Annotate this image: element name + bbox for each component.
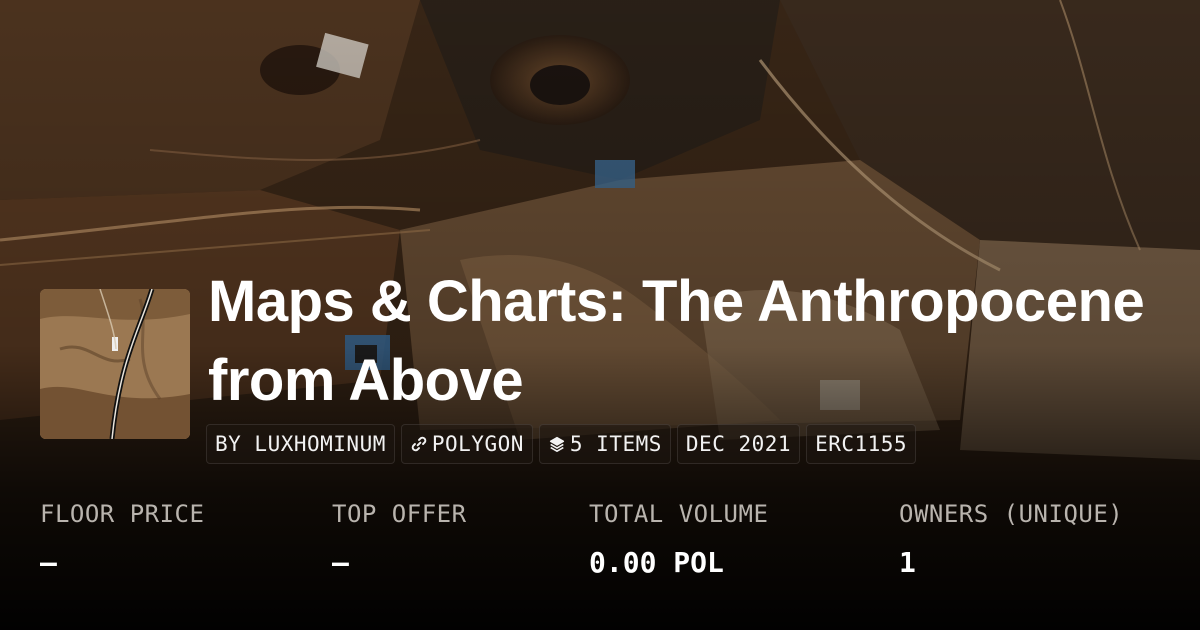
- floor-price-stat: FLOOR PRICE —: [40, 500, 204, 579]
- collection-title: Maps & Charts: The Anthropocene from Abo…: [208, 262, 1200, 420]
- creator-chip[interactable]: BY LUXHOMINUM: [206, 424, 395, 464]
- standard-chip-label: ERC1155: [815, 432, 908, 456]
- owners-stat: OWNERS (UNIQUE) 1: [899, 500, 1123, 579]
- owners-label: OWNERS (UNIQUE): [899, 500, 1124, 528]
- collection-info-chips: BY LUXHOMINUM POLYGON 5 ITEMS DEC 2021 E…: [206, 424, 917, 464]
- items-chip-label: 5 ITEMS: [569, 432, 662, 456]
- top-offer-value: —: [332, 546, 349, 579]
- top-offer-stat: TOP OFFER —: [332, 500, 467, 579]
- collection-stats: FLOOR PRICE — TOP OFFER — TOTAL VOLUME 0…: [0, 500, 1200, 630]
- collection-title-line1: Maps & Charts: The Anthropocene: [208, 269, 1145, 334]
- floor-price-label: FLOOR PRICE: [40, 500, 205, 528]
- standard-chip: ERC1155: [806, 424, 917, 464]
- link-icon: [411, 436, 427, 452]
- layers-icon: [549, 436, 565, 453]
- owners-value: 1: [899, 546, 916, 579]
- total-volume-value: 0.00 POL: [589, 546, 724, 579]
- items-chip[interactable]: 5 ITEMS: [538, 424, 671, 464]
- total-volume-stat: TOTAL VOLUME 0.00 POL: [589, 500, 768, 579]
- top-offer-label: TOP OFFER: [332, 500, 467, 528]
- chain-chip[interactable]: POLYGON: [400, 424, 533, 464]
- total-volume-label: TOTAL VOLUME: [589, 500, 769, 528]
- creator-chip-label: BY LUXHOMINUM: [215, 432, 386, 456]
- floor-price-value: —: [40, 546, 57, 579]
- date-chip: DEC 2021: [676, 424, 801, 464]
- collection-thumbnail-image: [40, 289, 190, 439]
- collection-title-line2: from Above: [208, 348, 524, 413]
- chain-chip-label: POLYGON: [431, 432, 524, 456]
- date-chip-label: DEC 2021: [685, 432, 792, 456]
- collection-avatar: [40, 289, 190, 439]
